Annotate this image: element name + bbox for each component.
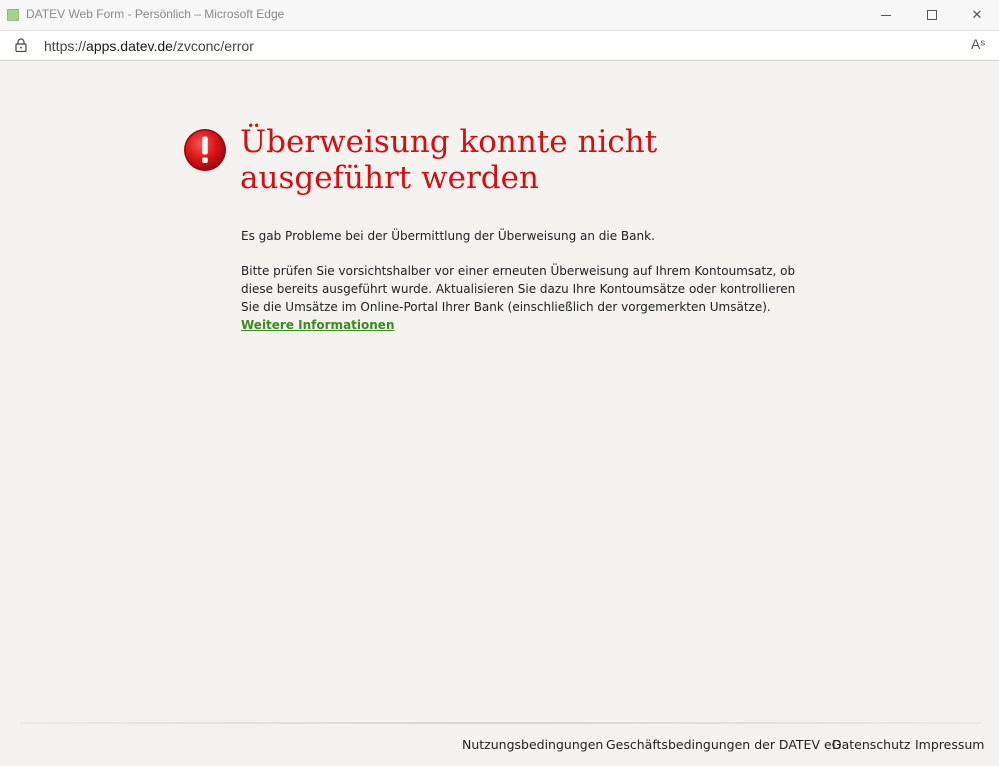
- window-titlebar: DATEV Web Form - Persönlich – Microsoft …: [0, 0, 999, 31]
- window-title: DATEV Web Form - Persönlich – Microsoft …: [26, 7, 285, 21]
- footer-divider: [20, 722, 982, 724]
- app-icon: [7, 9, 19, 21]
- read-aloud-icon[interactable]: Aˢ: [971, 36, 985, 52]
- footer-link-terms-of-use[interactable]: Nutzungsbedingungen: [462, 737, 603, 752]
- maximize-icon: [927, 10, 937, 20]
- footer-link-privacy[interactable]: Datenschutz: [832, 737, 911, 752]
- address-bar[interactable]: https://apps.datev.de/zvconc/error Aˢ: [0, 31, 999, 61]
- minimize-icon: [881, 15, 891, 16]
- minimize-button[interactable]: [862, 0, 908, 31]
- close-button[interactable]: ✕: [954, 0, 999, 31]
- more-info-link[interactable]: Weitere Informationen: [241, 316, 394, 334]
- footer-link-imprint[interactable]: Impressum: [915, 737, 984, 752]
- maximize-button[interactable]: [908, 0, 954, 31]
- close-icon: ✕: [971, 8, 983, 23]
- page-title: Überweisung konnte nicht ausgeführt werd…: [240, 124, 658, 196]
- exclamation-icon: [184, 129, 226, 171]
- footer-link-business-terms[interactable]: Geschäftsbedingungen der DATEV eG: [606, 737, 841, 752]
- url-host: apps.datev.de: [86, 38, 173, 54]
- error-message: Es gab Probleme bei der Übermittlung der…: [241, 229, 655, 243]
- url-prefix: https://: [44, 38, 87, 54]
- url-text[interactable]: https://apps.datev.de/zvconc/error: [44, 38, 254, 54]
- lock-icon: [15, 38, 27, 52]
- url-path: /zvconc/error: [172, 38, 254, 54]
- instruction-text: Bitte prüfen Sie vorsichtshalber vor ein…: [241, 264, 796, 314]
